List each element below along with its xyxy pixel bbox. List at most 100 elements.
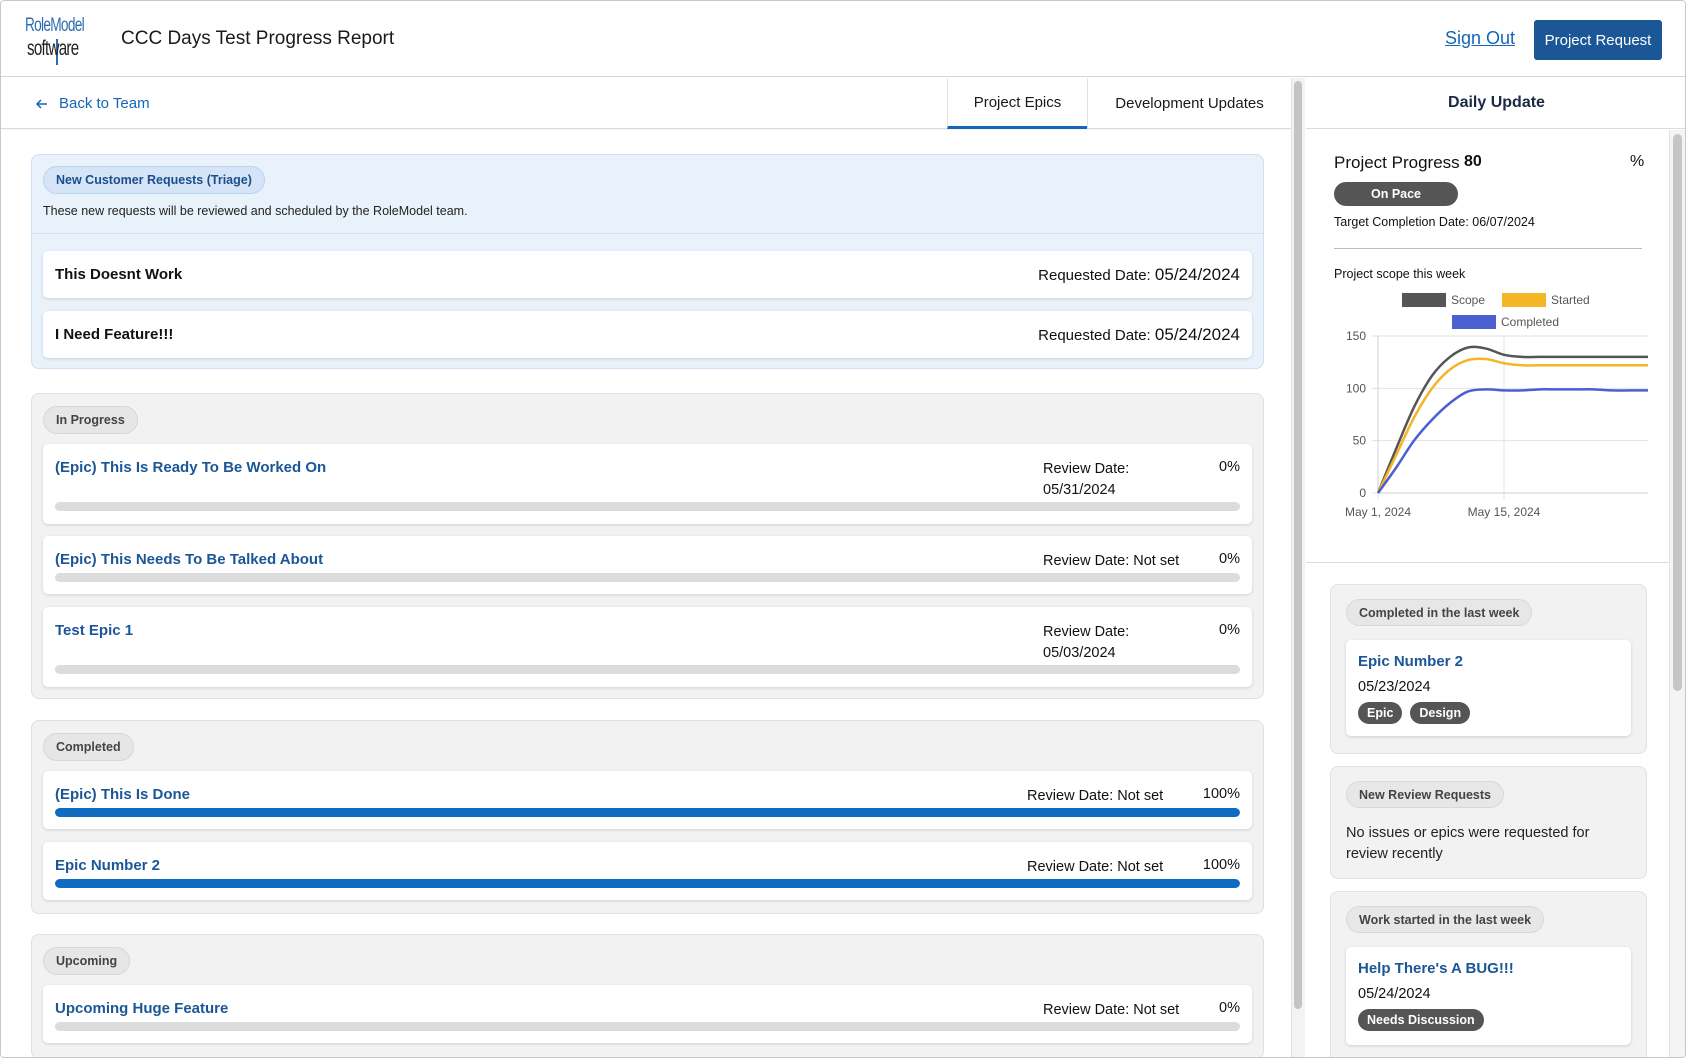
project-progress-value: 80	[1464, 153, 1482, 170]
epic-progress-bar	[55, 808, 1240, 817]
project-request-button[interactable]: Project Request	[1534, 20, 1662, 60]
scope-chart-svg: Scope Started Completed 0 50 100 150 May 1, 202…	[1345, 293, 1648, 519]
legend-label: Scope	[1451, 293, 1485, 307]
back-link-label: Back to Team	[59, 95, 150, 112]
upcoming-label: Upcoming	[43, 947, 131, 975]
target-completion-date: Target Completion Date: 06/07/2024	[1334, 215, 1535, 229]
sign-out-link[interactable]: Sign Out	[1445, 28, 1515, 49]
panel-divider	[1306, 562, 1669, 563]
tab-development-updates[interactable]: Development Updates	[1087, 78, 1291, 129]
request-date: Requested Date: 05/24/2024	[1038, 265, 1240, 285]
legend-swatch	[1452, 315, 1496, 329]
daily-update-panel: Daily Update Project Progress 80 % On Pa…	[1306, 78, 1685, 1057]
work-started-section: Work started in the last week Help There…	[1330, 891, 1647, 1057]
completed-last-week-label: Completed in the last week	[1346, 599, 1533, 626]
y-tick-label: 100	[1346, 381, 1366, 395]
epic-progress-fill	[55, 808, 1240, 817]
scope-chart: Scope Started Completed 0 50 100 150 May 1, 202…	[1321, 290, 1661, 530]
epic-title[interactable]: (Epic) This Is Done	[55, 786, 190, 803]
review-requests-section: New Review Requests No issues or epics w…	[1330, 766, 1647, 879]
epic-card[interactable]: (Epic) This Is Done Review Date: Not set…	[43, 771, 1252, 829]
in-progress-label: In Progress	[43, 406, 138, 434]
request-date-value: 05/24/2024	[1154, 325, 1240, 344]
epic-progress-bar	[55, 879, 1240, 888]
request-card[interactable]: I Need Feature!!! Requested Date: 05/24/…	[43, 311, 1252, 358]
request-card[interactable]: This Doesnt Work Requested Date: 05/24/2…	[43, 251, 1252, 298]
upcoming-section: Upcoming Upcoming Huge Feature Review Da…	[31, 934, 1264, 1057]
epic-review-date: Review Date: Not set	[1027, 788, 1164, 804]
app-window: RoleModel software CCC Days Test Progres…	[0, 0, 1686, 1058]
work-started-item-date: 05/24/2024	[1358, 986, 1431, 1002]
in-progress-section: In Progress (Epic) This Is Ready To Be W…	[31, 393, 1264, 699]
completed-item-title[interactable]: Epic Number 2	[1358, 653, 1463, 670]
panel-scrollbar-thumb[interactable]	[1673, 134, 1682, 691]
epic-card[interactable]: Epic Number 2 Review Date: Not set 100%	[43, 842, 1252, 900]
review-date-value: 05/31/2024	[1043, 482, 1116, 498]
x-tick-label: May 15, 2024	[1468, 505, 1541, 519]
tab-project-epics[interactable]: Project Epics	[947, 78, 1087, 129]
request-date: Requested Date: 05/24/2024	[1038, 325, 1240, 345]
epic-title[interactable]: Upcoming Huge Feature	[55, 1000, 228, 1017]
epic-card[interactable]: Test Epic 1 Review Date: 05/03/2024 0%	[43, 607, 1252, 687]
epic-progress-fill	[55, 879, 1240, 888]
y-tick-label: 150	[1346, 329, 1366, 343]
page-title: CCC Days Test Progress Report	[121, 28, 395, 49]
project-progress-unit: %	[1630, 153, 1645, 170]
review-date-label: Review Date:	[1043, 624, 1130, 640]
epics-scroll-area[interactable]: New Customer Requests (Triage) These new…	[1, 130, 1291, 1057]
epic-percent: 0%	[1219, 551, 1240, 567]
work-started-item-card[interactable]: Help There's A BUG!!! 05/24/2024 Needs D…	[1346, 947, 1631, 1045]
review-requests-label: New Review Requests	[1346, 781, 1504, 808]
epic-progress-bar	[55, 1022, 1240, 1031]
y-tick-label: 0	[1359, 486, 1366, 500]
epic-review-date: Review Date: 05/03/2024	[1043, 622, 1129, 664]
review-date-label: Review Date:	[1043, 461, 1130, 477]
epic-percent: 100%	[1202, 786, 1240, 802]
project-progress-label: Project Progress	[1334, 153, 1460, 172]
triage-note: These new requests will be reviewed and …	[43, 204, 468, 218]
epic-percent: 0%	[1219, 1000, 1240, 1016]
work-started-item-title[interactable]: Help There's A BUG!!!	[1358, 960, 1514, 977]
epic-title[interactable]: (Epic) This Needs To Be Talked About	[55, 551, 323, 568]
triage-label: New Customer Requests (Triage)	[43, 166, 265, 194]
epic-progress-bar	[55, 665, 1240, 674]
epic-card[interactable]: (Epic) This Needs To Be Talked About Rev…	[43, 536, 1252, 594]
legend-swatch	[1402, 293, 1446, 307]
back-to-team-link[interactable]: Back to Team	[35, 95, 150, 112]
main-scrollbar-thumb[interactable]	[1294, 81, 1302, 1009]
epic-title[interactable]: Test Epic 1	[55, 622, 133, 639]
series-line-scope	[1376, 345, 1648, 494]
request-date-value: 05/24/2024	[1154, 265, 1240, 284]
request-title: This Doesnt Work	[55, 266, 183, 283]
daily-update-title: Daily Update	[1306, 78, 1685, 129]
tag-list: Epic Design	[1358, 702, 1471, 724]
review-date-value: 05/03/2024	[1043, 645, 1116, 661]
series-line-started	[1376, 357, 1648, 494]
epic-review-date: Review Date: Not set	[1043, 553, 1180, 569]
status-badge: On Pace	[1334, 182, 1458, 206]
epic-review-date: Review Date: Not set	[1027, 859, 1164, 875]
completed-section: Completed (Epic) This Is Done Review Dat…	[31, 720, 1264, 914]
arrow-left-icon	[35, 98, 47, 109]
epic-title[interactable]: Epic Number 2	[55, 857, 160, 874]
panel-rule	[1334, 248, 1642, 249]
request-title: I Need Feature!!!	[55, 326, 174, 343]
epic-review-date: Review Date: 05/31/2024	[1043, 459, 1129, 501]
epic-percent: 0%	[1219, 622, 1240, 638]
y-tick-label: 50	[1353, 434, 1367, 448]
epic-title[interactable]: (Epic) This Is Ready To Be Worked On	[55, 459, 326, 476]
epic-percent: 100%	[1202, 857, 1240, 873]
completed-item-card[interactable]: Epic Number 2 05/23/2024 Epic Design	[1346, 640, 1631, 736]
tag-needs-discussion: Needs Discussion	[1358, 1009, 1484, 1031]
request-date-label: Requested Date:	[1038, 267, 1151, 284]
epic-percent: 0%	[1219, 459, 1240, 475]
x-tick-label: May 1, 2024	[1345, 505, 1411, 519]
rolemodel-logo[interactable]: RoleModel software	[25, 15, 91, 65]
epic-card[interactable]: Upcoming Huge Feature Review Date: Not s…	[43, 985, 1252, 1043]
epic-card[interactable]: (Epic) This Is Ready To Be Worked On Rev…	[43, 444, 1252, 524]
completed-last-week-section: Completed in the last week Epic Number 2…	[1330, 584, 1647, 754]
work-started-label: Work started in the last week	[1346, 906, 1545, 933]
triage-section: New Customer Requests (Triage) These new…	[31, 154, 1264, 369]
top-header: RoleModel software CCC Days Test Progres…	[1, 1, 1685, 77]
legend-label: Completed	[1501, 315, 1559, 329]
